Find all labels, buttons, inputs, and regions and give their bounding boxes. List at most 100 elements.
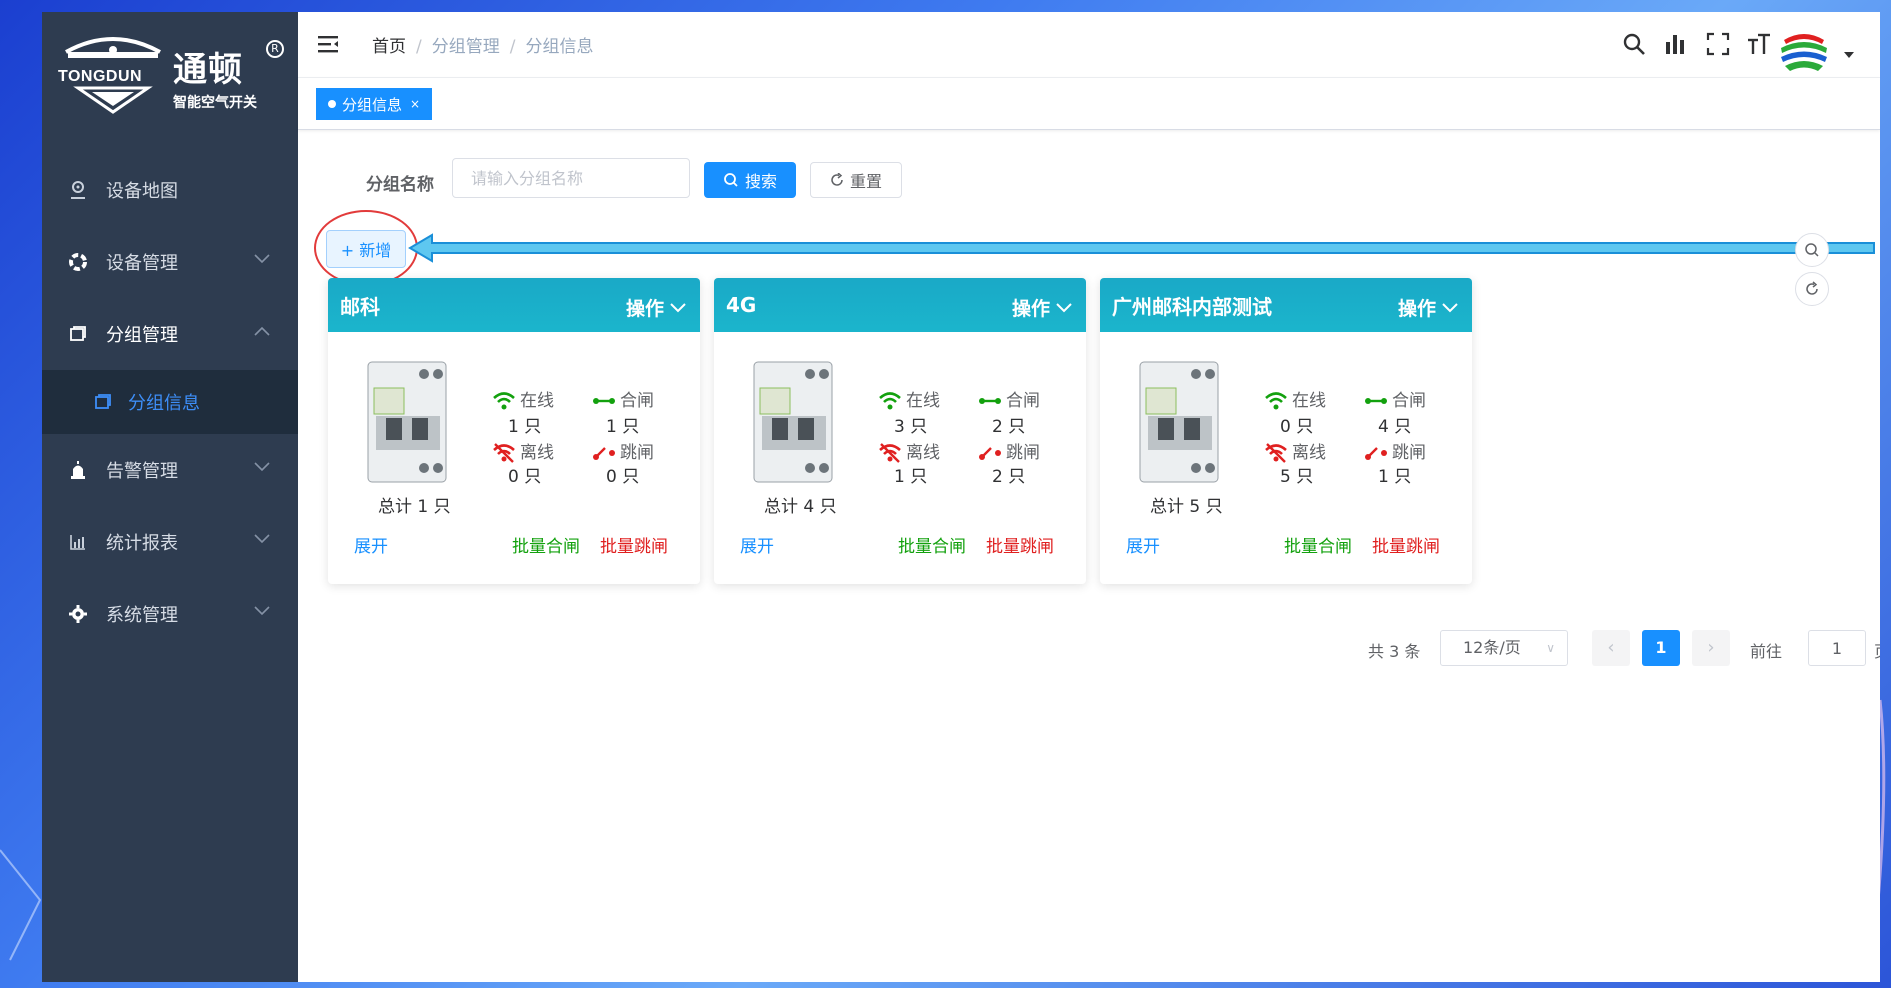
brand-name-cn: 通顿	[173, 50, 243, 90]
caret-down-icon[interactable]	[1844, 52, 1854, 58]
sidebar-item-alarm-management[interactable]: 告警管理	[42, 434, 298, 506]
user-avatar[interactable]	[1778, 26, 1830, 78]
pagination: 共 3 条 12条/页 ∨ ‹ 1 › 前往 页	[1368, 630, 1880, 668]
page-number-current[interactable]: 1	[1642, 630, 1680, 666]
sidebar-item-system-management[interactable]: 系统管理	[42, 578, 298, 650]
device-settings-icon	[68, 252, 88, 272]
circuit-breaker-image	[367, 361, 447, 483]
switch-tripped-icon	[979, 447, 1001, 460]
batch-trip-link[interactable]: 批量跳闸	[1372, 532, 1440, 557]
page-size-select[interactable]: 12条/页 ∨	[1440, 630, 1568, 666]
breadcrumb-separator: /	[416, 37, 422, 57]
wifi-offline-icon	[493, 443, 515, 463]
offline-label: 离线	[520, 443, 554, 463]
chevron-down-icon	[1442, 302, 1458, 312]
chevron-down-icon	[1056, 302, 1072, 312]
online-label: 在线	[906, 391, 940, 411]
breadcrumb-group-management[interactable]: 分组管理	[432, 37, 500, 57]
group-name-label: 分组名称	[366, 175, 434, 195]
card-operation-label: 操作	[1011, 298, 1050, 320]
switch-closed-icon	[979, 398, 1001, 404]
breadcrumb-home[interactable]: 首页	[372, 37, 406, 57]
closed-count: 4 只	[1378, 417, 1412, 437]
header-toolbar	[1620, 24, 1880, 76]
batch-trip-link[interactable]: 批量跳闸	[986, 532, 1054, 557]
expand-link[interactable]: 展开	[354, 532, 388, 557]
search-icon[interactable]	[1622, 32, 1646, 56]
card-header: 4G 操作	[714, 278, 1086, 332]
tag-close-icon[interactable]: ×	[410, 97, 420, 111]
gear-icon	[68, 604, 88, 624]
expand-link[interactable]: 展开	[740, 532, 774, 557]
app-window: TONGDUN 通顿 R 智能空气开关 设备地图 设备管理 分组管理 分组信息 …	[42, 12, 1880, 982]
location-icon	[68, 180, 88, 200]
goto-label: 前往	[1750, 642, 1783, 661]
sidebar-item-device-management[interactable]: 设备管理	[42, 226, 298, 298]
tripped-stat: 跳闸	[978, 438, 1040, 463]
card-header: 广州邮科内部测试 操作	[1100, 278, 1472, 332]
reset-button-label: 重置	[849, 172, 882, 191]
closed-label: 合闸	[1392, 391, 1426, 411]
brand-tagline: 智能空气开关	[173, 95, 257, 111]
card-operation-dropdown[interactable]: 操作	[1398, 294, 1458, 321]
card-title: 4G	[726, 293, 757, 317]
bar-chart-icon[interactable]	[1664, 32, 1688, 56]
sidebar-item-device-map[interactable]: 设备地图	[42, 154, 298, 226]
chevron-down-icon	[670, 302, 686, 312]
sidebar-item-label: 系统管理	[106, 605, 178, 626]
tripped-stat: 跳闸	[1364, 438, 1426, 463]
offline-count: 0 只	[508, 467, 542, 487]
font-size-icon[interactable]	[1746, 32, 1772, 56]
prev-page-button[interactable]: ‹	[1592, 630, 1630, 666]
closed-stat: 合闸	[1364, 386, 1426, 411]
group-card: 广州邮科内部测试 操作 总计 5 只 在线 0 只 合闸 4 只 离线 5 只 …	[1100, 278, 1472, 584]
refresh-icon	[831, 173, 843, 186]
batch-close-link[interactable]: 批量合闸	[512, 532, 580, 557]
online-label: 在线	[520, 391, 554, 411]
sidebar-subitem-group-info[interactable]: 分组信息	[42, 370, 298, 434]
online-stat: 在线	[1264, 386, 1326, 411]
closed-stat: 合闸	[978, 386, 1040, 411]
search-button[interactable]: 搜索	[704, 162, 796, 198]
sidebar-item-statistics[interactable]: 统计报表	[42, 506, 298, 578]
group-card: 邮科 操作 总计 1 只 在线 1 只 合闸 1 只 离线 0 只 跳闸 0 只…	[328, 278, 700, 584]
annotation-arrow	[408, 233, 1875, 263]
refresh-button[interactable]	[1795, 272, 1829, 306]
main-content: 分组名称 搜索 重置 + 新增 邮科 操作	[298, 130, 1880, 982]
group-card: 4G 操作 总计 4 只 在线 3 只 合闸 2 只 离线 1 只 跳闸 2 只…	[714, 278, 1086, 584]
online-count: 3 只	[894, 417, 928, 437]
tags-view-bar: 分组信息 ×	[298, 78, 1880, 130]
pagination-total: 共 3 条	[1368, 642, 1421, 661]
card-body: 总计 4 只 在线 3 只 合闸 2 只 离线 1 只 跳闸 2 只 展开 批量	[714, 332, 1086, 584]
goto-page-input[interactable]	[1808, 630, 1866, 666]
breadcrumb-separator: /	[509, 37, 516, 57]
group-name-input[interactable]	[452, 158, 690, 198]
toggle-search-button[interactable]	[1795, 233, 1829, 267]
reset-button[interactable]: 重置	[810, 162, 902, 198]
search-button-label: 搜索	[744, 172, 777, 191]
card-operation-dropdown[interactable]: 操作	[626, 294, 686, 321]
card-total-count: 总计 5 只	[1150, 497, 1223, 517]
card-header: 邮科 操作	[328, 278, 700, 332]
fullscreen-icon[interactable]	[1706, 32, 1730, 56]
sidebar: TONGDUN 通顿 R 智能空气开关 设备地图 设备管理 分组管理 分组信息 …	[42, 12, 298, 982]
sidebar-item-group-management[interactable]: 分组管理	[42, 298, 298, 370]
card-total-count: 总计 4 只	[764, 497, 837, 517]
card-operation-dropdown[interactable]: 操作	[1012, 294, 1072, 321]
tripped-count: 0 只	[606, 467, 640, 487]
batch-close-link[interactable]: 批量合闸	[898, 532, 966, 557]
batch-trip-link[interactable]: 批量跳闸	[600, 532, 668, 557]
tag-group-info[interactable]: 分组信息 ×	[316, 88, 433, 120]
offline-label: 离线	[1292, 443, 1326, 463]
expand-link[interactable]: 展开	[1126, 532, 1160, 557]
offline-count: 1 只	[894, 467, 928, 487]
online-count: 1 只	[508, 417, 542, 437]
next-page-button[interactable]: ›	[1692, 630, 1730, 666]
sidebar-item-label: 设备管理	[106, 253, 178, 274]
annotation-circle	[314, 210, 418, 286]
card-body: 总计 1 只 在线 1 只 合闸 1 只 离线 0 只 跳闸 0 只 展开 批量	[328, 332, 700, 584]
batch-close-link[interactable]: 批量合闸	[1284, 532, 1352, 557]
hamburger-menu-icon[interactable]	[318, 34, 340, 54]
page-suffix: 页	[1874, 638, 1880, 662]
switch-tripped-icon	[593, 447, 615, 460]
